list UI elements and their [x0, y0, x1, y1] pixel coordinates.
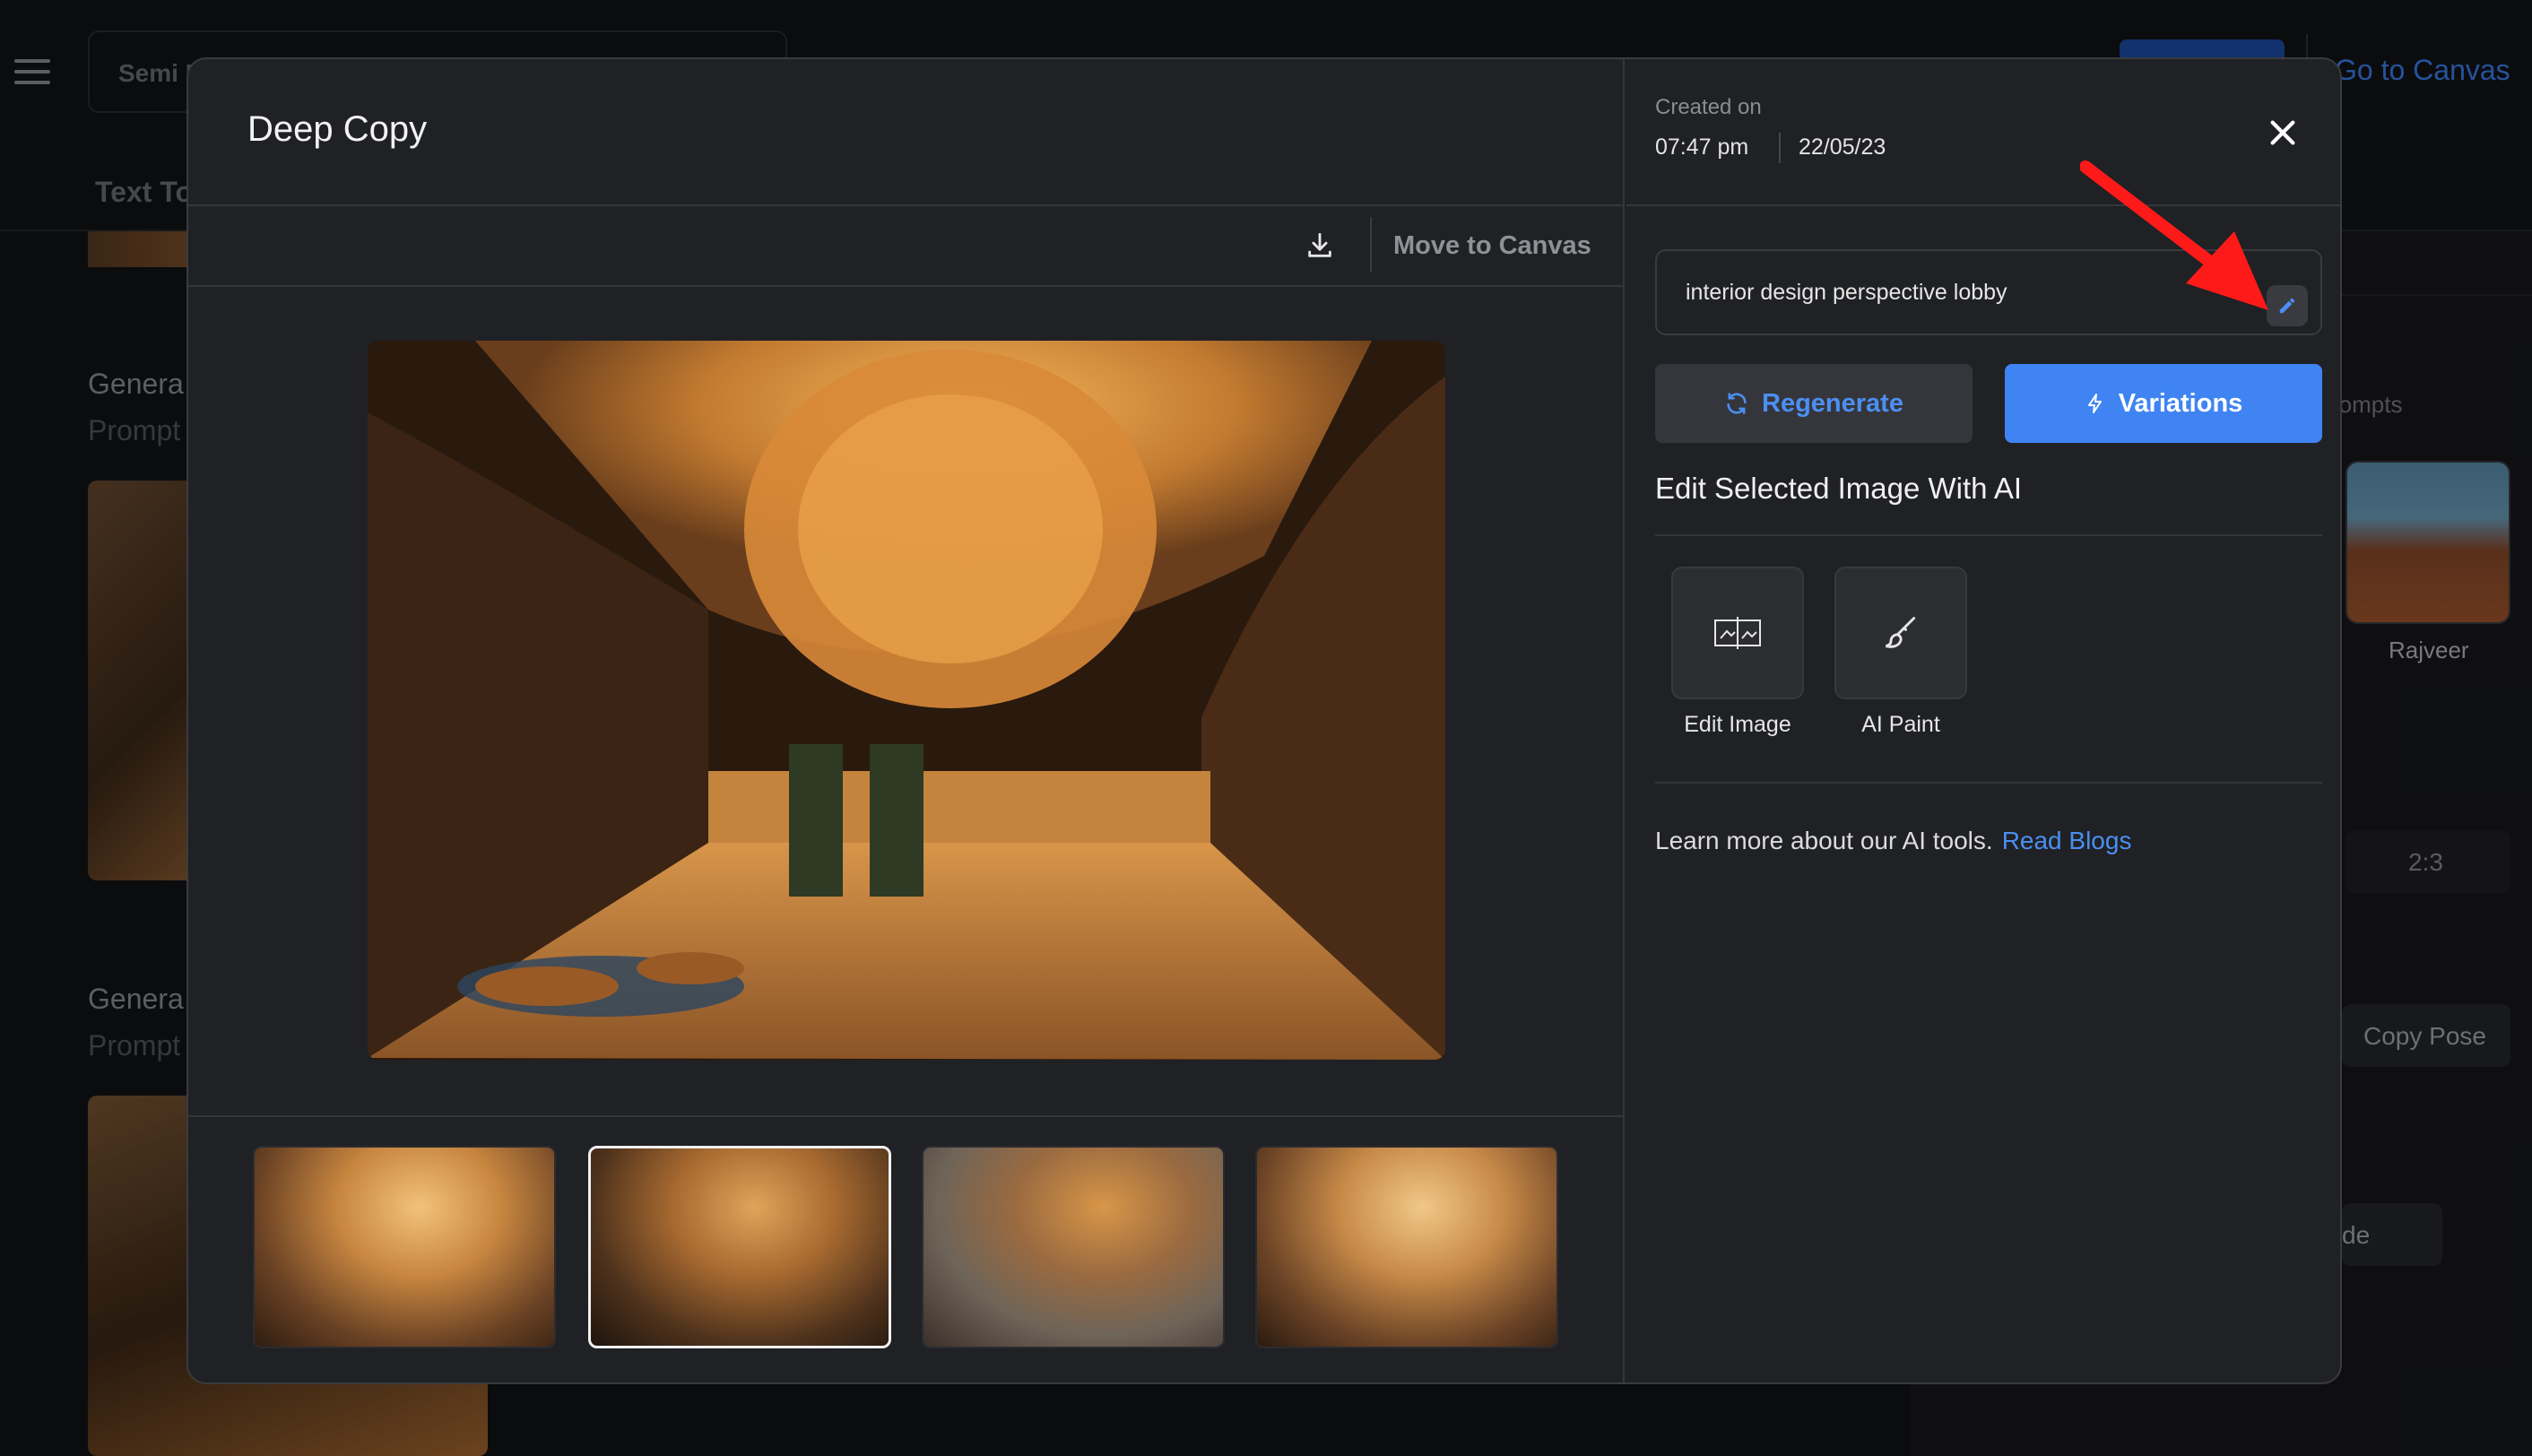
variation-thumbnail[interactable]: [922, 1146, 1225, 1348]
image-viewer: Deep Copy Move to Canvas: [188, 59, 1625, 1382]
learn-more-label: Learn more about our AI tools.: [1655, 827, 1993, 854]
edit-image-tool[interactable]: [1671, 567, 1804, 699]
annotation-arrow: [2080, 160, 2268, 310]
created-on-label: Created on: [1655, 95, 1762, 119]
section-divider: [1655, 534, 2322, 536]
thumbnails-divider: [188, 1115, 1625, 1117]
prompt-text: interior design perspective lobby: [1686, 280, 2007, 305]
learn-more-text: Learn more about our AI tools. Read Blogs: [1655, 827, 2131, 855]
move-to-canvas-button[interactable]: Move to Canvas: [1393, 231, 1591, 261]
pencil-icon: [2279, 298, 2295, 314]
created-divider: [1779, 133, 1781, 163]
edit-with-ai-heading: Edit Selected Image With AI: [1655, 472, 2023, 505]
ai-paint-tool[interactable]: [1834, 567, 1967, 699]
image-toolbar: Move to Canvas: [188, 206, 1625, 287]
edit-image-icon: [1714, 617, 1761, 649]
variations-button[interactable]: Variations: [2005, 364, 2322, 443]
edit-image-label: Edit Image: [1684, 712, 1791, 737]
variation-thumbnail-selected[interactable]: [588, 1146, 891, 1348]
toolbar-divider: [188, 285, 1625, 287]
brush-icon: [1886, 617, 1916, 648]
modal-title: Deep Copy: [247, 109, 428, 149]
image-detail-modal: Deep Copy Move to Canvas Created on 07:4…: [186, 57, 2342, 1384]
close-icon[interactable]: [2258, 108, 2308, 158]
lightning-icon: [2087, 394, 2102, 413]
ai-paint-label: AI Paint: [1861, 712, 1940, 737]
created-time: 07:47 pm: [1655, 134, 1749, 160]
read-blogs-link[interactable]: Read Blogs: [2002, 827, 2132, 854]
regenerate-button[interactable]: Regenerate: [1655, 364, 1973, 443]
created-date: 22/05/23: [1799, 134, 1886, 160]
download-icon[interactable]: [1296, 222, 1343, 269]
variation-thumbnail[interactable]: [253, 1146, 556, 1348]
toolbar-divider: [1370, 217, 1372, 273]
main-generated-image[interactable]: [368, 341, 1445, 1060]
variation-thumbnail[interactable]: [1255, 1146, 1558, 1348]
refresh-icon: [1727, 393, 1747, 414]
variations-label: Variations: [2118, 388, 2243, 418]
section-divider: [1655, 782, 2322, 784]
regenerate-label: Regenerate: [1762, 388, 1903, 418]
